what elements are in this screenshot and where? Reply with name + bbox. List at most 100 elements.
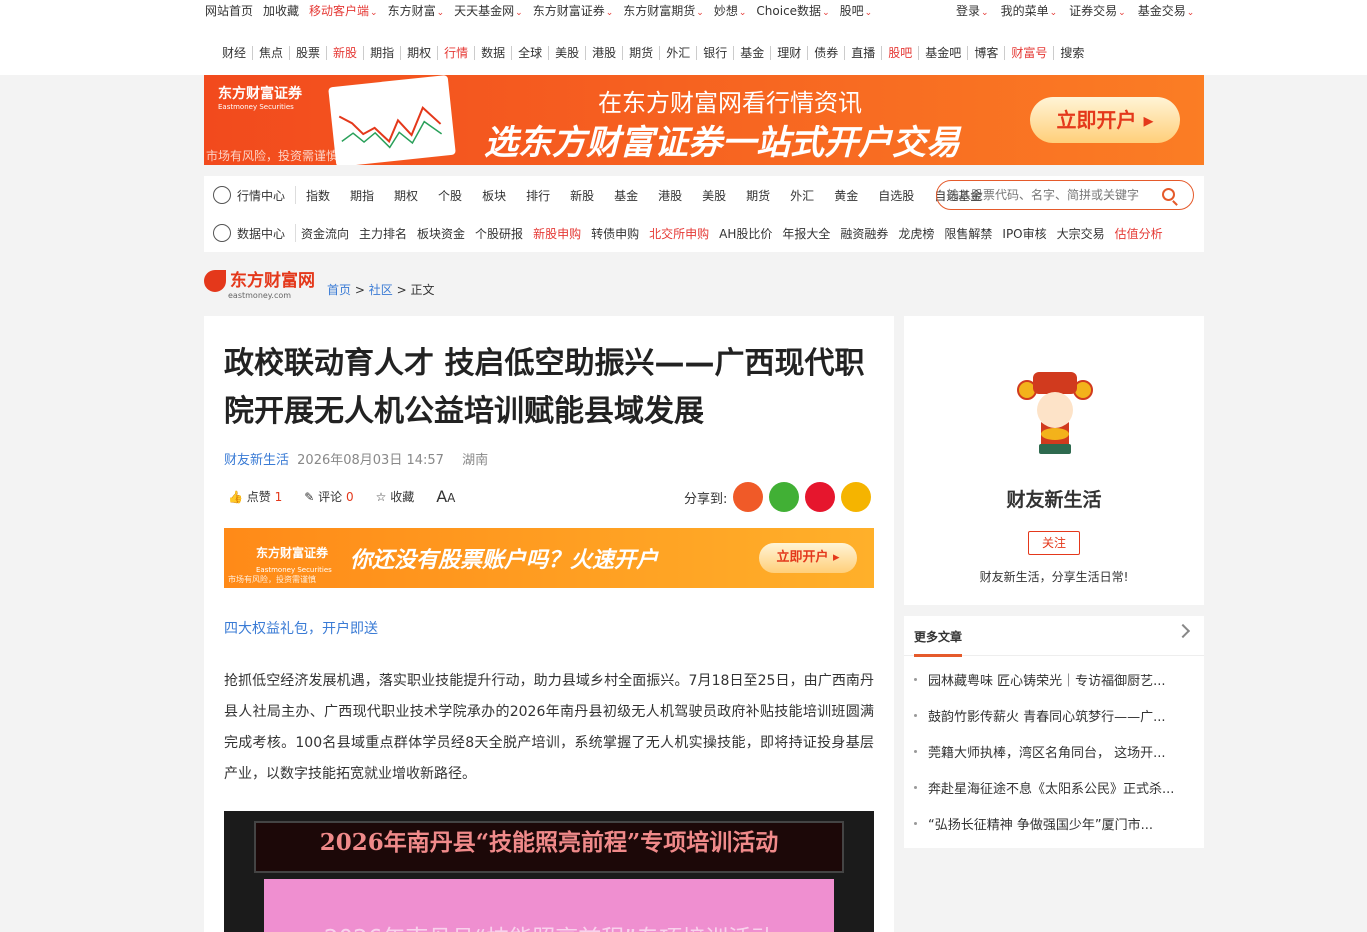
- channel-link[interactable]: 全球: [512, 46, 550, 60]
- channel-link[interactable]: 财富号: [1005, 46, 1055, 60]
- channel-link[interactable]: 港股: [586, 46, 624, 60]
- channel-link[interactable]: 行情: [438, 46, 476, 60]
- top-link-4[interactable]: 天天基金网⌄: [454, 2, 523, 19]
- quote-center-link[interactable]: 行情中心: [204, 186, 296, 204]
- eastmoney-share-icon[interactable]: [733, 482, 764, 512]
- ad-open-account-button[interactable]: 立即开户 ▸: [759, 543, 857, 573]
- breadcrumb-community[interactable]: 社区: [369, 283, 393, 297]
- quote-link[interactable]: 板块: [472, 187, 516, 204]
- top-link-5[interactable]: 东方财富证券⌄: [533, 2, 614, 19]
- data-link[interactable]: AH股比价: [714, 225, 777, 242]
- top-link-6[interactable]: 东方财富期货⌄: [623, 2, 704, 19]
- search-icon[interactable]: [1162, 188, 1175, 201]
- quote-link[interactable]: 个股: [428, 187, 472, 204]
- data-link[interactable]: 北交所申购: [644, 225, 714, 242]
- ad-headline: 你还没有股票账户吗？火速开户: [350, 548, 659, 573]
- channel-link[interactable]: 直播: [845, 46, 883, 60]
- top-right-link-2[interactable]: 证券交易⌄: [1069, 2, 1126, 19]
- data-link[interactable]: 年报大全: [777, 225, 835, 242]
- data-center-link[interactable]: 数据中心: [204, 224, 296, 242]
- data-link[interactable]: 龙虎榜: [893, 225, 939, 242]
- article-photo: 2026年南丹县“技能照亮前程”专项培训活动 2026年南丹县“技能照亮前程”专…: [224, 811, 874, 932]
- channel-link[interactable]: 期指: [364, 46, 402, 60]
- chevron-right-icon[interactable]: [1175, 623, 1191, 639]
- data-link[interactable]: 估值分析: [1110, 225, 1168, 242]
- channel-link[interactable]: 博客: [968, 46, 1006, 60]
- channel-link[interactable]: 理财: [771, 46, 809, 60]
- top-link-9[interactable]: 股吧⌄: [840, 2, 873, 19]
- channel-link[interactable]: 银行: [697, 46, 735, 60]
- share-bar: 分享到:: [684, 482, 872, 512]
- font-size-button[interactable]: AA: [436, 487, 455, 506]
- more-article-item[interactable]: “弘扬长征精神 争做强国少年”厦门市...: [914, 814, 1194, 850]
- quote-link[interactable]: 期货: [736, 187, 780, 204]
- channel-link[interactable]: 美股: [549, 46, 587, 60]
- quote-link[interactable]: 指数: [296, 187, 340, 204]
- more-article-item[interactable]: 莞籍大师执棒，湾区名角同台， 这场开...: [914, 742, 1194, 778]
- top-right-link-1[interactable]: 我的菜单⌄: [1001, 2, 1058, 19]
- data-link[interactable]: 融资融券: [835, 225, 893, 242]
- channel-link[interactable]: 搜索: [1054, 46, 1090, 60]
- more-article-item[interactable]: 鼓韵竹影传薪火 青春同心筑梦行——广...: [914, 706, 1194, 742]
- data-link[interactable]: 资金流向: [296, 225, 354, 242]
- more-article-item[interactable]: 园林藏粤味 匠心铸荣光｜专访福御厨艺...: [914, 670, 1194, 706]
- quote-link[interactable]: 新股: [560, 187, 604, 204]
- top-right-link-3[interactable]: 基金交易⌄: [1138, 2, 1195, 19]
- top-link-2[interactable]: 移动客户端⌄: [309, 2, 378, 19]
- channel-link[interactable]: 期货: [623, 46, 661, 60]
- channel-link[interactable]: 焦点: [253, 46, 291, 60]
- data-link[interactable]: 新股申购: [528, 225, 586, 242]
- like-button[interactable]: 👍 点赞 1: [228, 488, 282, 505]
- data-link[interactable]: 大宗交易: [1052, 225, 1110, 242]
- top-link-8[interactable]: Choice数据⌄: [756, 2, 829, 19]
- more-article-item[interactable]: 奔赴星海征途不息《太阳系公民》正式杀...: [914, 778, 1194, 814]
- follow-button[interactable]: 关注: [1028, 531, 1080, 555]
- quote-link[interactable]: 期权: [384, 187, 428, 204]
- channel-link[interactable]: 债券: [808, 46, 846, 60]
- wechat-share-icon[interactable]: [769, 482, 800, 512]
- channel-link[interactable]: 新股: [327, 46, 365, 60]
- channel-link[interactable]: 基金吧: [919, 46, 969, 60]
- open-account-button[interactable]: 立即开户 ▸: [1030, 97, 1180, 143]
- stock-search-input[interactable]: 输入股票代码、名字、简拼或关键字: [936, 180, 1194, 210]
- eastmoney-logo[interactable]: 东方财富网 eastmoney.com: [204, 266, 315, 300]
- avatar[interactable]: [1015, 368, 1095, 458]
- weibo-share-icon[interactable]: [805, 482, 836, 512]
- collect-button[interactable]: ☆ 收藏: [376, 488, 415, 505]
- channel-link[interactable]: 期权: [401, 46, 439, 60]
- channel-link[interactable]: 数据: [475, 46, 513, 60]
- data-link[interactable]: 限售解禁: [939, 225, 997, 242]
- top-banner-ad[interactable]: 东方财富证券 Eastmoney Securities 在东方财富网看行情资讯 …: [204, 75, 1204, 165]
- breadcrumb-home[interactable]: 首页: [327, 283, 351, 297]
- top-right-link-0[interactable]: 登录⌄: [956, 2, 989, 19]
- data-link[interactable]: 转债申购: [586, 225, 644, 242]
- quote-link[interactable]: 期指: [340, 187, 384, 204]
- author-link[interactable]: 财友新生活: [224, 453, 289, 468]
- quote-link[interactable]: 港股: [648, 187, 692, 204]
- top-link-7[interactable]: 妙想⌄: [714, 2, 747, 19]
- quote-link[interactable]: 美股: [692, 187, 736, 204]
- top-link-1[interactable]: 加收藏: [263, 2, 299, 19]
- inline-account-ad[interactable]: 东方财富证券 Eastmoney Securities 你还没有股票账户吗？火速开…: [224, 528, 874, 588]
- data-link[interactable]: 个股研报: [470, 225, 528, 242]
- breadcrumb: 首页 > 社区 > 正文: [327, 283, 435, 297]
- channel-link[interactable]: 财经: [216, 46, 254, 60]
- channel-link[interactable]: 股吧: [882, 46, 920, 60]
- comment-button[interactable]: ✎ 评论 0: [304, 488, 353, 505]
- quote-link[interactable]: 排行: [516, 187, 560, 204]
- quote-link[interactable]: 基金: [604, 187, 648, 204]
- chevron-down-icon: ⌄: [1186, 8, 1195, 18]
- promo-link[interactable]: 四大权益礼包，开户即送: [224, 618, 378, 638]
- quote-link[interactable]: 外汇: [780, 187, 824, 204]
- channel-link[interactable]: 外汇: [660, 46, 698, 60]
- quote-link[interactable]: 自选股: [868, 187, 924, 204]
- qzone-share-icon[interactable]: [841, 482, 872, 512]
- channel-link[interactable]: 股票: [290, 46, 328, 60]
- top-link-0[interactable]: 网站首页: [205, 2, 253, 19]
- top-link-3[interactable]: 东方财富⌄: [388, 2, 445, 19]
- data-link[interactable]: 主力排名: [354, 225, 412, 242]
- channel-link[interactable]: 基金: [734, 46, 772, 60]
- quote-link[interactable]: 黄金: [824, 187, 868, 204]
- data-link[interactable]: 板块资金: [412, 225, 470, 242]
- data-link[interactable]: IPO审核: [997, 225, 1051, 242]
